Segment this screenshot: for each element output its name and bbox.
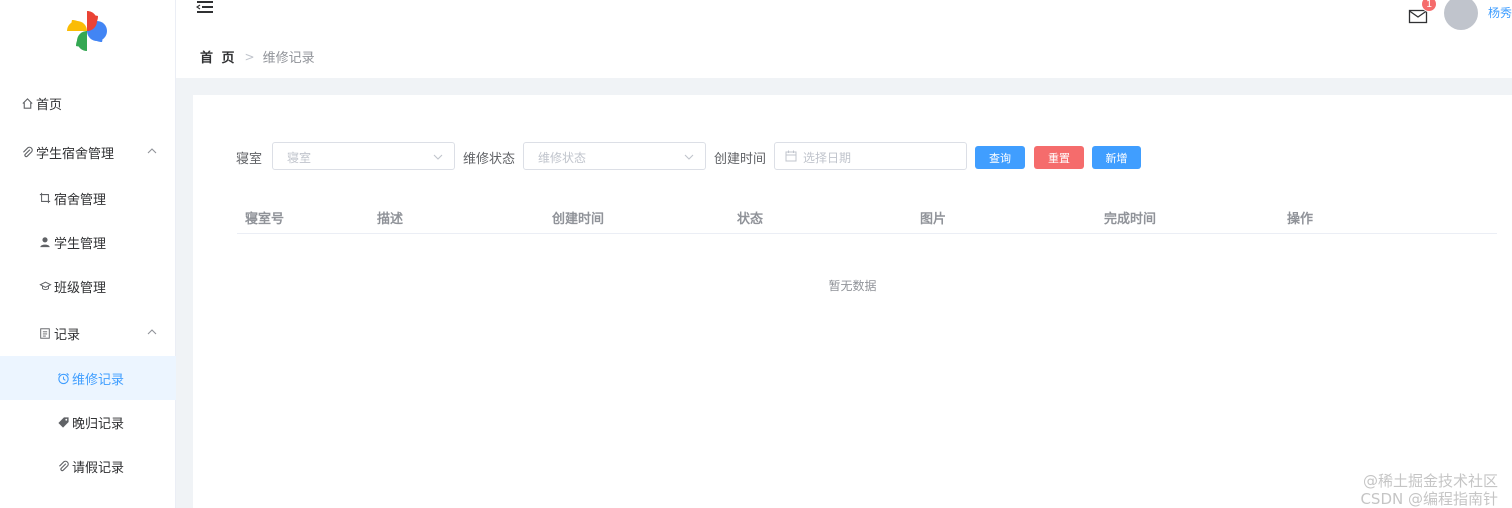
column-header: 描述 bbox=[377, 212, 404, 227]
watermark-line: @稀土掘金技术社区 bbox=[1362, 472, 1498, 490]
reset-button[interactable]: 重置 bbox=[1034, 146, 1084, 169]
home-icon bbox=[20, 96, 34, 110]
column-header: 操作 bbox=[1287, 212, 1314, 227]
chevron-up-icon bbox=[146, 145, 158, 157]
sidebar: 首页 学生宿舍管理 宿舍管理 学生管理 班级管理 记录 维修记录 晚归记录 请假… bbox=[0, 0, 176, 508]
crop-icon bbox=[38, 191, 52, 205]
graduation-cap-icon bbox=[38, 279, 52, 293]
sidebar-item-student-manage[interactable]: 学生管理 bbox=[0, 220, 176, 264]
sidebar-item-class-manage[interactable]: 班级管理 bbox=[0, 264, 176, 308]
created-time-label: 创建时间 bbox=[714, 152, 767, 167]
breadcrumb: 首 页 > 维修记录 bbox=[200, 47, 315, 67]
sidebar-item-dorm-manage[interactable]: 宿舍管理 bbox=[0, 176, 176, 220]
sidebar-item-label: 请假记录 bbox=[72, 460, 125, 476]
watermark-line: CSDN @编程指南针 bbox=[1360, 490, 1498, 508]
header: 首 页 > 维修记录 1 杨秀 bbox=[176, 0, 1512, 78]
sidebar-item-label: 宿舍管理 bbox=[54, 192, 107, 208]
status-label: 维修状态 bbox=[463, 152, 516, 167]
sidebar-item-label: 晚归记录 bbox=[72, 416, 125, 432]
breadcrumb-current: 维修记录 bbox=[262, 51, 315, 66]
chevron-down-icon bbox=[683, 151, 695, 163]
watermark: @稀土掘金技术社区 CSDN @编程指南针 bbox=[1360, 472, 1498, 508]
date-picker-placeholder: 选择日期 bbox=[803, 151, 852, 165]
column-header: 完成时间 bbox=[1104, 212, 1157, 227]
user-icon bbox=[38, 235, 52, 249]
document-icon bbox=[38, 326, 52, 340]
sidebar-item-label: 维修记录 bbox=[72, 372, 125, 388]
notification-badge: 1 bbox=[1421, 0, 1438, 12]
alarm-clock-icon bbox=[56, 371, 70, 385]
tag-icon bbox=[56, 415, 70, 429]
calendar-icon bbox=[785, 150, 797, 162]
empty-state-text: 暂无数据 bbox=[828, 279, 877, 293]
add-button[interactable]: 新增 bbox=[1092, 146, 1141, 169]
column-header: 状态 bbox=[737, 212, 764, 227]
sidebar-item-leave-records[interactable]: 请假记录 bbox=[0, 444, 176, 488]
avatar[interactable] bbox=[1444, 0, 1478, 30]
table-header: 寝室号 描述 创建时间 状态 图片 完成时间 操作 bbox=[237, 202, 1497, 234]
sidebar-item-label: 班级管理 bbox=[54, 280, 107, 296]
sidebar-item-label: 学生宿舍管理 bbox=[36, 146, 115, 162]
paperclip-icon bbox=[20, 145, 34, 159]
chevron-down-icon bbox=[432, 151, 444, 163]
breadcrumb-separator: > bbox=[244, 49, 255, 64]
column-header: 图片 bbox=[920, 212, 947, 227]
logo bbox=[67, 11, 107, 51]
room-label: 寝室 bbox=[236, 152, 263, 167]
date-picker[interactable]: 选择日期 bbox=[774, 142, 967, 170]
sidebar-item-dorm-admin[interactable]: 学生宿舍管理 bbox=[0, 130, 176, 174]
sidebar-item-label: 学生管理 bbox=[54, 236, 107, 252]
sidebar-item-late-records[interactable]: 晚归记录 bbox=[0, 400, 176, 444]
sidebar-item-home[interactable]: 首页 bbox=[0, 81, 176, 125]
sidebar-item-repair-records[interactable]: 维修记录 bbox=[0, 356, 176, 400]
menu-fold-icon[interactable] bbox=[195, 0, 214, 16]
room-select-placeholder: 寝室 bbox=[287, 151, 312, 165]
breadcrumb-home[interactable]: 首 页 bbox=[200, 47, 237, 66]
status-select-placeholder: 维修状态 bbox=[538, 151, 587, 165]
paperclip-icon bbox=[56, 459, 70, 473]
sidebar-item-label: 首页 bbox=[36, 97, 63, 113]
column-header: 寝室号 bbox=[245, 212, 285, 227]
query-button[interactable]: 查询 bbox=[975, 146, 1025, 169]
username[interactable]: 杨秀 bbox=[1488, 4, 1512, 21]
main-card: 寝室 寝室 维修状态 维修状态 创建时间 选择日期 查询 重置 新增 寝室号 描… bbox=[193, 95, 1512, 508]
status-select[interactable]: 维修状态 bbox=[523, 142, 706, 170]
column-header: 创建时间 bbox=[552, 212, 605, 227]
search-form: 寝室 寝室 维修状态 维修状态 创建时间 选择日期 查询 重置 新增 bbox=[193, 142, 1512, 170]
sidebar-item-records[interactable]: 记录 bbox=[0, 311, 176, 355]
chevron-up-icon bbox=[146, 326, 158, 338]
sidebar-item-label: 记录 bbox=[54, 327, 81, 343]
repair-records-table: 寝室号 描述 创建时间 状态 图片 完成时间 操作 bbox=[237, 202, 1497, 234]
room-select[interactable]: 寝室 bbox=[272, 142, 455, 170]
